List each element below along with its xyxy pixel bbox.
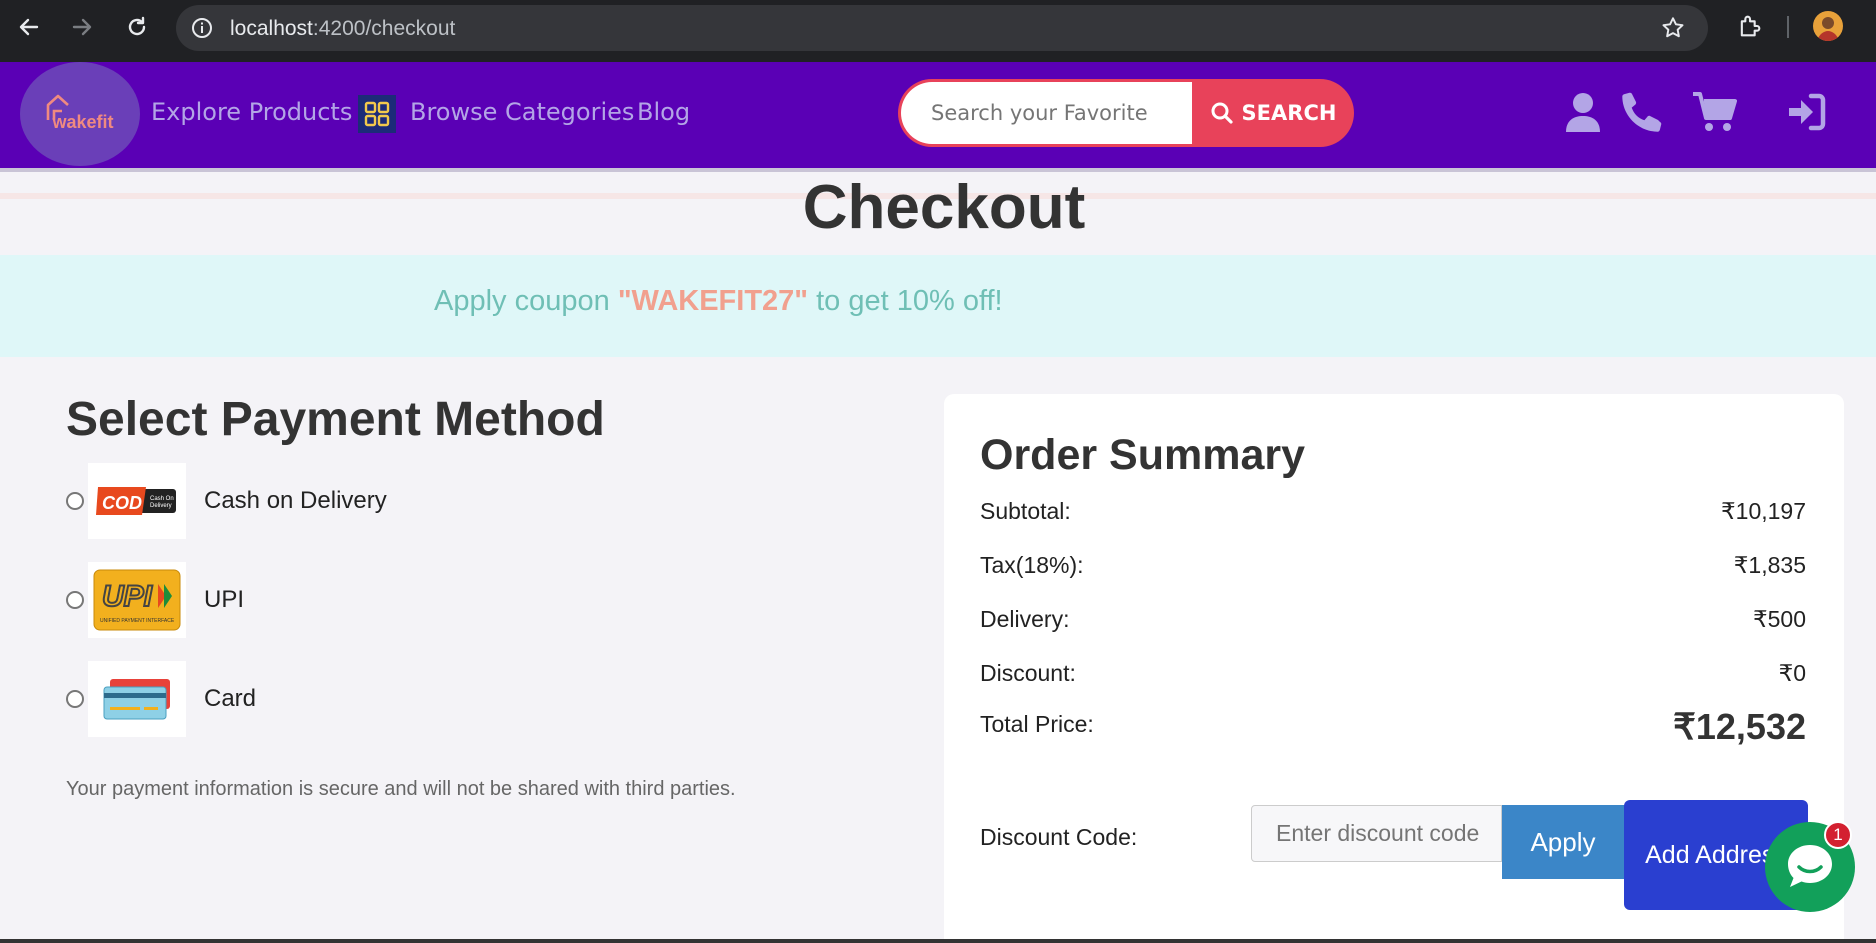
bottom-edge [0, 939, 1876, 943]
upi-icon: UPI UNIFIED PAYMENT INTERFACE [88, 562, 186, 638]
nav-explore-products[interactable]: Explore Products [151, 98, 352, 126]
summary-label: Subtotal: [980, 498, 1071, 524]
nav-browse-categories[interactable]: Browse Categories [410, 98, 634, 126]
svg-text:UNIFIED PAYMENT INTERFACE: UNIFIED PAYMENT INTERFACE [100, 618, 175, 624]
payment-option-card[interactable]: Card [66, 661, 256, 737]
svg-text:UPI: UPI [102, 580, 153, 613]
order-summary-title: Order Summary [980, 431, 1306, 479]
summary-row-subtotal: Subtotal: ₹10,197 [980, 498, 1806, 525]
payment-label-upi: UPI [204, 586, 245, 613]
summary-label: Tax(18%): [980, 552, 1084, 578]
extensions-icon[interactable] [1736, 12, 1764, 45]
summary-value: ₹1,835 [1733, 552, 1806, 578]
address-bar[interactable]: localhost:4200/checkout [176, 5, 1708, 51]
summary-label: Delivery: [980, 606, 1070, 632]
summary-value: ₹500 [1752, 606, 1806, 632]
back-icon[interactable] [14, 12, 44, 42]
summary-value: ₹0 [1778, 660, 1806, 686]
summary-row-delivery: Delivery: ₹500 [980, 606, 1806, 633]
grid-icon[interactable] [358, 95, 396, 133]
summary-row-tax: Tax(18%): ₹1,835 [980, 552, 1806, 579]
payment-label-card: Card [204, 685, 257, 712]
forward-icon[interactable] [67, 12, 97, 42]
search-icon [1211, 102, 1233, 124]
wakefit-logo[interactable]: wakefit [20, 62, 140, 166]
profile-avatar[interactable] [1813, 11, 1843, 41]
card-icon [88, 661, 186, 737]
toolbar-divider [1787, 16, 1789, 38]
coupon-text: Apply coupon "WAKEFIT27" to get 10% off! [434, 285, 1003, 317]
svg-text:COD: COD [102, 493, 142, 513]
radio-card[interactable] [66, 690, 84, 708]
apply-discount-button[interactable]: Apply [1502, 805, 1624, 879]
payment-option-cod[interactable]: COD Cash On Delivery Cash on Delivery [66, 463, 387, 539]
discount-code-label: Discount Code: [980, 824, 1138, 850]
summary-row-discount: Discount: ₹0 [980, 660, 1806, 687]
summary-label: Discount: [980, 660, 1076, 686]
nav-blog[interactable]: Blog [637, 98, 690, 126]
secure-payment-note: Your payment information is secure and w… [66, 778, 736, 800]
svg-text:Cash On: Cash On [150, 496, 174, 502]
reload-icon[interactable] [122, 12, 152, 42]
payment-method-title: Select Payment Method [66, 393, 605, 446]
summary-row-total: Total Price: ₹12,532 [980, 706, 1806, 748]
star-icon[interactable] [1660, 15, 1686, 46]
chat-notification-badge: 1 [1824, 821, 1852, 849]
cart-icon[interactable] [1693, 92, 1737, 137]
login-icon[interactable] [1787, 92, 1827, 137]
discount-code-input[interactable] [1251, 805, 1502, 862]
house-logo-icon [46, 94, 69, 120]
total-price-value: ₹12,532 [1672, 706, 1806, 747]
payment-label-cod: Cash on Delivery [204, 487, 387, 514]
payment-option-upi[interactable]: UPI UNIFIED PAYMENT INTERFACE UPI [66, 562, 244, 638]
search-button[interactable]: SEARCH [1192, 79, 1354, 147]
coupon-banner: Apply coupon "WAKEFIT27" to get 10% off! [0, 255, 1876, 357]
svg-text:Delivery: Delivery [150, 503, 172, 509]
radio-cod[interactable] [66, 492, 84, 510]
radio-upi[interactable] [66, 591, 84, 609]
search-bar: SEARCH [898, 79, 1354, 147]
summary-value: ₹10,197 [1721, 498, 1806, 524]
order-summary-card: Order Summary Subtotal: ₹10,197 Tax(18%)… [944, 394, 1844, 943]
search-input[interactable] [901, 82, 1192, 144]
chat-icon [1788, 845, 1832, 887]
search-button-label: SEARCH [1241, 101, 1337, 125]
cod-icon: COD Cash On Delivery [88, 463, 186, 539]
url-text: localhost:4200/checkout [230, 17, 456, 40]
page-title: Checkout [802, 173, 1086, 242]
summary-label: Total Price: [980, 710, 1094, 737]
user-icon[interactable] [1566, 92, 1600, 137]
info-icon[interactable] [190, 16, 214, 45]
coupon-code: "WAKEFIT27" [617, 285, 809, 317]
phone-icon[interactable] [1622, 92, 1662, 137]
browser-chrome: localhost:4200/checkout [0, 0, 1876, 62]
site-navbar: wakefit Explore Products Browse Categori… [0, 62, 1876, 172]
